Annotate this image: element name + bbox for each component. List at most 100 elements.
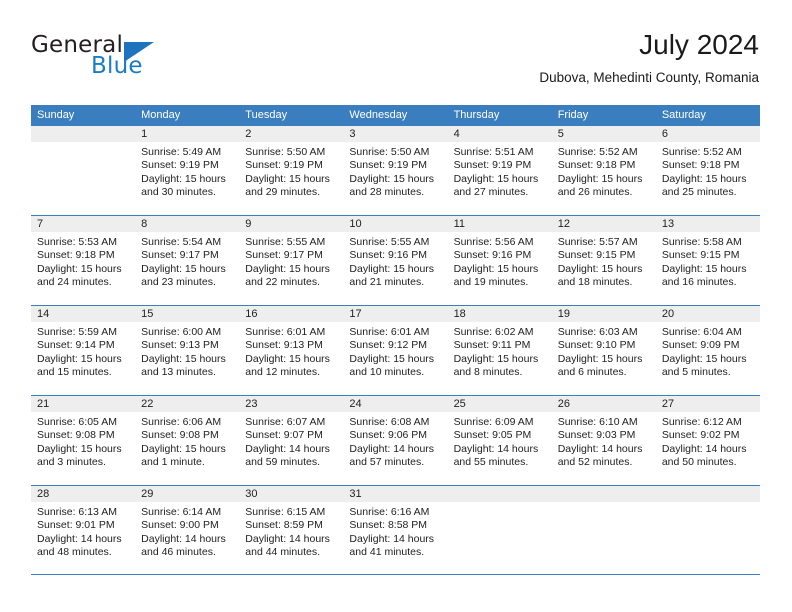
daylight-duration-line2: and 52 minutes. — [557, 456, 633, 469]
daylight-duration-line1: Daylight: 15 hours — [37, 262, 122, 275]
daylight-duration-line1: Daylight: 15 hours — [349, 352, 435, 365]
day-cell[interactable]: 28 Sunrise: 6:13 AM Sunset: 9:01 PM Dayligh… — [31, 486, 136, 574]
day-cell[interactable]: 2 Sunrise: 5:50 AM Sunset: 9:19 PM Daylight… — [239, 126, 344, 215]
day-details: Sunrise: 5:50 AM Sunset: 9:19 PM Daylight:… — [343, 142, 447, 200]
day-number — [655, 486, 760, 502]
day-details: Sunrise: 6:15 AM Sunset: 8:59 PM Daylight:… — [239, 502, 343, 560]
daylight-duration-line1: Daylight: 15 hours — [141, 352, 226, 365]
day-cell[interactable]: 26 Sunrise: 6:10 AM Sunset: 9:03 PM Dayligh… — [551, 396, 656, 485]
day-number: 13 — [655, 216, 760, 232]
day-cell[interactable]: 9 Sunrise: 5:55 AM Sunset: 9:17 PM Daylight… — [239, 216, 344, 305]
day-cell[interactable]: 12 Sunrise: 5:57 AM Sunset: 9:15 PM Dayligh… — [551, 216, 656, 305]
day-cell[interactable]: 24 Sunrise: 6:08 AM Sunset: 9:06 PM Dayligh… — [343, 396, 448, 485]
day-cell[interactable]: 19 Sunrise: 6:03 AM Sunset: 9:10 PM Dayligh… — [551, 306, 656, 395]
day-cell[interactable]: 5 Sunrise: 5:52 AM Sunset: 9:18 PM Daylight… — [551, 126, 656, 215]
day-cell[interactable]: 20 Sunrise: 6:04 AM Sunset: 9:09 PM Dayligh… — [655, 306, 760, 395]
sunrise-time: Sunrise: 5:57 AM — [557, 236, 638, 248]
daylight-duration-line1: Daylight: 15 hours — [453, 172, 539, 185]
sunset-time: Sunset: 9:16 PM — [349, 249, 428, 262]
day-number: 22 — [135, 396, 240, 412]
daylight-duration-line1: Daylight: 15 hours — [141, 262, 226, 275]
daylight-duration-line1: Daylight: 15 hours — [557, 352, 643, 365]
day-details: Sunrise: 6:14 AM Sunset: 9:00 PM Daylight:… — [135, 502, 239, 560]
calendar-weeks: 1 Sunrise: 5:49 AM Sunset: 9:19 PM Daylight… — [31, 125, 760, 575]
day-cell[interactable]: 16 Sunrise: 6:01 AM Sunset: 9:13 PM Dayligh… — [239, 306, 344, 395]
daylight-duration-line1: Daylight: 15 hours — [557, 172, 643, 185]
day-cell[interactable]: 29 Sunrise: 6:14 AM Sunset: 9:00 PM Dayligh… — [135, 486, 240, 574]
day-details: Sunrise: 6:01 AM Sunset: 9:12 PM Daylight:… — [343, 322, 447, 380]
title-block: July 2024 Dubova, Mehedinti County, Roma… — [539, 28, 759, 86]
daylight-duration-line1: Daylight: 14 hours — [245, 442, 330, 455]
calendar-page: General Blue July 2024 Dubova, Mehedinti… — [0, 0, 792, 612]
page-header: General Blue July 2024 Dubova, Mehedinti… — [31, 28, 759, 98]
day-cell[interactable]: 8 Sunrise: 5:54 AM Sunset: 9:17 PM Daylight… — [135, 216, 240, 305]
page-title: July 2024 — [639, 29, 759, 60]
day-cell[interactable]: 15 Sunrise: 6:00 AM Sunset: 9:13 PM Dayligh… — [135, 306, 240, 395]
day-number: 6 — [655, 126, 760, 142]
sunset-time: Sunset: 9:17 PM — [245, 249, 323, 262]
sunrise-time: Sunrise: 5:56 AM — [453, 236, 534, 248]
sunrise-time: Sunrise: 5:53 AM — [37, 236, 117, 248]
day-number: 11 — [447, 216, 552, 232]
sunrise-time: Sunrise: 5:58 AM — [661, 236, 742, 248]
day-number: 5 — [551, 126, 656, 142]
daylight-duration-line1: Daylight: 14 hours — [557, 442, 643, 455]
day-cell[interactable]: 14 Sunrise: 5:59 AM Sunset: 9:14 PM Dayligh… — [31, 306, 136, 395]
day-cell[interactable]: 27 Sunrise: 6:12 AM Sunset: 9:02 PM Dayligh… — [655, 396, 760, 485]
day-cell[interactable]: 6 Sunrise: 5:52 AM Sunset: 9:18 PM Daylight… — [655, 126, 760, 215]
day-cell[interactable]: 25 Sunrise: 6:09 AM Sunset: 9:05 PM Dayligh… — [447, 396, 552, 485]
day-cell[interactable]: 10 Sunrise: 5:55 AM Sunset: 9:16 PM Dayligh… — [343, 216, 448, 305]
day-cell[interactable]: 21 Sunrise: 6:05 AM Sunset: 9:08 PM Dayligh… — [31, 396, 136, 485]
sunrise-time: Sunrise: 6:02 AM — [453, 326, 534, 338]
daylight-duration-line2: and 44 minutes. — [245, 546, 320, 559]
day-cell[interactable]: 7 Sunrise: 5:53 AM Sunset: 9:18 PM Daylight… — [31, 216, 136, 305]
day-details: Sunrise: 6:13 AM Sunset: 9:01 PM Daylight:… — [31, 502, 135, 560]
day-cell[interactable]: 1 Sunrise: 5:49 AM Sunset: 9:19 PM Daylight… — [135, 126, 240, 215]
daylight-duration-line2: and 28 minutes. — [349, 186, 425, 199]
sunset-time: Sunset: 9:18 PM — [37, 249, 115, 262]
day-details: Sunrise: 6:00 AM Sunset: 9:13 PM Daylight:… — [135, 322, 239, 380]
day-details: Sunrise: 5:58 AM Sunset: 9:15 PM Daylight:… — [656, 232, 760, 290]
daylight-duration-line2: and 6 minutes. — [557, 366, 627, 379]
day-details: Sunrise: 5:50 AM Sunset: 9:19 PM Daylight:… — [239, 142, 343, 200]
day-cell[interactable]: 4 Sunrise: 5:51 AM Sunset: 9:19 PM Daylight… — [447, 126, 552, 215]
day-details: Sunrise: 6:03 AM Sunset: 9:10 PM Daylight:… — [552, 322, 656, 380]
day-cell[interactable]: 31 Sunrise: 6:16 AM Sunset: 8:58 PM Dayligh… — [343, 486, 448, 574]
day-details: Sunrise: 5:57 AM Sunset: 9:15 PM Daylight:… — [552, 232, 656, 290]
day-cell[interactable]: 3 Sunrise: 5:50 AM Sunset: 9:19 PM Daylight… — [343, 126, 448, 215]
sunrise-time: Sunrise: 5:54 AM — [141, 236, 222, 248]
sunrise-time: Sunrise: 5:50 AM — [349, 146, 430, 158]
sunrise-time: Sunrise: 6:10 AM — [557, 416, 638, 428]
day-cell[interactable]: 18 Sunrise: 6:02 AM Sunset: 9:11 PM Dayligh… — [447, 306, 552, 395]
daylight-duration-line2: and 55 minutes. — [453, 456, 529, 469]
sunset-time: Sunset: 9:01 PM — [37, 519, 115, 532]
sunrise-time: Sunrise: 5:59 AM — [37, 326, 117, 338]
day-number: 24 — [343, 396, 448, 412]
sunset-time: Sunset: 9:09 PM — [661, 339, 740, 352]
day-number: 30 — [239, 486, 344, 502]
day-number: 20 — [655, 306, 760, 322]
day-number: 25 — [447, 396, 552, 412]
daylight-duration-line1: Daylight: 15 hours — [245, 172, 330, 185]
sunset-time: Sunset: 9:02 PM — [661, 429, 740, 442]
day-cell[interactable]: 11 Sunrise: 5:56 AM Sunset: 9:16 PM Dayligh… — [447, 216, 552, 305]
sunrise-time: Sunrise: 6:05 AM — [37, 416, 117, 428]
sunset-time: Sunset: 9:18 PM — [557, 159, 636, 172]
sunrise-time: Sunrise: 5:55 AM — [349, 236, 430, 248]
daylight-duration-line2: and 1 minute. — [141, 456, 205, 469]
sunrise-time: Sunrise: 6:01 AM — [245, 326, 326, 338]
sunrise-time: Sunrise: 6:16 AM — [349, 506, 430, 518]
brand-logo[interactable]: General Blue — [31, 32, 251, 88]
day-number: 16 — [239, 306, 344, 322]
day-details: Sunrise: 6:07 AM Sunset: 9:07 PM Daylight:… — [239, 412, 343, 470]
day-cell[interactable]: 17 Sunrise: 6:01 AM Sunset: 9:12 PM Dayligh… — [343, 306, 448, 395]
sunset-time: Sunset: 9:10 PM — [557, 339, 636, 352]
day-cell[interactable]: 23 Sunrise: 6:07 AM Sunset: 9:07 PM Dayligh… — [239, 396, 344, 485]
day-cell[interactable]: 30 Sunrise: 6:15 AM Sunset: 8:59 PM Dayligh… — [239, 486, 344, 574]
day-cell[interactable]: 22 Sunrise: 6:06 AM Sunset: 9:08 PM Dayligh… — [135, 396, 240, 485]
day-number: 17 — [343, 306, 448, 322]
day-cell[interactable]: 13 Sunrise: 5:58 AM Sunset: 9:15 PM Dayligh… — [655, 216, 760, 305]
daylight-duration-line2: and 50 minutes. — [661, 456, 737, 469]
sunrise-time: Sunrise: 6:14 AM — [141, 506, 222, 518]
sunrise-time: Sunrise: 6:01 AM — [349, 326, 430, 338]
